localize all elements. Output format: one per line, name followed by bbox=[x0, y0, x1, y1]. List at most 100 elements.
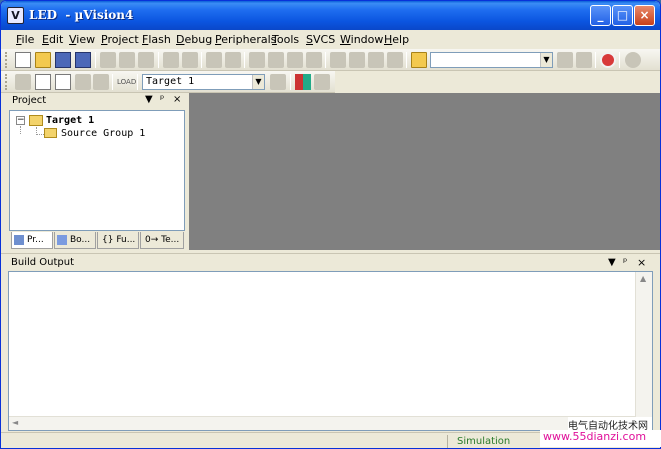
debug-session-icon[interactable] bbox=[600, 52, 616, 68]
folder-icon bbox=[44, 128, 57, 138]
scroll-up-icon[interactable]: ▲ bbox=[640, 274, 646, 283]
bookmark-next-icon[interactable] bbox=[287, 52, 303, 68]
bookmark-clear-icon[interactable] bbox=[306, 52, 322, 68]
toolbar-separator bbox=[619, 52, 620, 68]
menu-tools[interactable]: Tools bbox=[272, 33, 299, 46]
menu-view[interactable]: View bbox=[69, 33, 95, 46]
bookmark-toggle-icon[interactable] bbox=[249, 52, 265, 68]
target-options-icon[interactable] bbox=[270, 74, 286, 90]
nav-forward-icon[interactable] bbox=[225, 52, 241, 68]
indent-icon[interactable] bbox=[330, 52, 346, 68]
target-icon bbox=[29, 115, 43, 126]
tab-templates[interactable]: 0→ Te... bbox=[140, 232, 184, 249]
chevron-down-icon[interactable]: ▼ bbox=[540, 53, 552, 67]
uncomment-icon[interactable] bbox=[387, 52, 403, 68]
find-icon[interactable] bbox=[557, 52, 573, 68]
close-icon[interactable]: × bbox=[173, 94, 181, 105]
menu-edit-rest: dit bbox=[48, 33, 64, 46]
toolbar-separator bbox=[201, 52, 202, 68]
maximize-button[interactable]: □ bbox=[612, 5, 633, 26]
chevron-down-icon[interactable]: ▼ bbox=[252, 75, 264, 89]
tree-connector bbox=[36, 134, 44, 135]
close-button[interactable]: × bbox=[634, 5, 655, 26]
incremental-find-icon[interactable] bbox=[576, 52, 592, 68]
menu-window-rest: indow bbox=[350, 33, 384, 46]
nav-back-icon[interactable] bbox=[206, 52, 222, 68]
uvision-window: V LED - µVision4 _ □ × File Edit View Pr… bbox=[0, 0, 661, 449]
tab-functions[interactable]: {} Fu... bbox=[97, 232, 139, 249]
manage-components-icon[interactable] bbox=[295, 74, 311, 90]
find-combo[interactable]: ▼ bbox=[430, 52, 553, 68]
project-panel-tabs: Pr... Bo... {} Fu... 0→ Te... bbox=[9, 231, 185, 250]
translate-icon[interactable] bbox=[15, 74, 31, 90]
toolbar-separator bbox=[137, 74, 138, 90]
menu-svcs[interactable]: SVCS bbox=[306, 33, 335, 46]
uvision-app-icon[interactable]: V bbox=[7, 7, 24, 24]
build-icon[interactable] bbox=[35, 74, 51, 90]
project-tab-icon bbox=[14, 235, 24, 245]
bookmark-prev-icon[interactable] bbox=[268, 52, 284, 68]
chevron-down-icon[interactable]: ▼ bbox=[608, 257, 616, 268]
menu-view-rest: iew bbox=[76, 33, 96, 46]
chevron-down-icon[interactable]: ▼ bbox=[145, 94, 153, 105]
menu-window[interactable]: Window bbox=[340, 33, 383, 46]
pin-icon[interactable]: ᵖ bbox=[623, 257, 627, 268]
undo-icon[interactable] bbox=[163, 52, 179, 68]
vertical-scrollbar[interactable]: ▲ bbox=[635, 272, 652, 417]
stop-build-icon[interactable] bbox=[93, 74, 109, 90]
title-bar[interactable]: V LED - µVision4 _ □ × bbox=[1, 1, 660, 30]
menu-flash[interactable]: Flash bbox=[142, 33, 171, 46]
tree-item-target-label: Target 1 bbox=[46, 115, 95, 126]
pin-icon[interactable]: ᵖ bbox=[160, 94, 164, 105]
comment-icon[interactable] bbox=[368, 52, 384, 68]
menu-flash-rest: lash bbox=[148, 33, 171, 46]
toolbar-grip[interactable] bbox=[5, 74, 8, 90]
breakpoint-icon[interactable] bbox=[625, 52, 641, 68]
tab-project[interactable]: Pr... bbox=[11, 232, 53, 249]
tree-item-source-group-label: Source Group 1 bbox=[61, 128, 146, 139]
menu-file[interactable]: File bbox=[16, 33, 34, 46]
toolbar-separator bbox=[158, 52, 159, 68]
project-panel-title: Project bbox=[12, 95, 47, 106]
toolbar-separator bbox=[95, 52, 96, 68]
save-icon[interactable] bbox=[55, 52, 71, 68]
menu-debug[interactable]: Debug bbox=[176, 33, 212, 46]
tree-item-target[interactable]: Target 1 bbox=[46, 115, 94, 126]
project-tree: − Target 1 Source Group 1 bbox=[9, 110, 185, 231]
close-icon[interactable]: × bbox=[637, 256, 646, 269]
editor-area[interactable] bbox=[189, 93, 660, 250]
toolbar-separator bbox=[290, 74, 291, 90]
scroll-left-icon[interactable]: ◄ bbox=[12, 418, 18, 427]
menu-bar: File Edit View Project Flash Debug Perip… bbox=[1, 30, 660, 49]
copy-icon[interactable] bbox=[119, 52, 135, 68]
books-tab-icon bbox=[57, 235, 67, 245]
horizontal-scrollbar[interactable]: ◄ bbox=[9, 416, 636, 430]
target-select[interactable]: Target 1 ▼ bbox=[142, 74, 265, 90]
menu-project[interactable]: Project bbox=[101, 33, 139, 46]
batch-build-icon[interactable] bbox=[75, 74, 91, 90]
cut-icon[interactable] bbox=[100, 52, 116, 68]
tab-templates-label: 0→ Te... bbox=[145, 235, 180, 245]
save-all-icon[interactable] bbox=[75, 52, 91, 68]
paste-icon[interactable] bbox=[138, 52, 154, 68]
unindent-icon[interactable] bbox=[349, 52, 365, 68]
collapse-icon[interactable]: − bbox=[16, 116, 25, 125]
books-icon[interactable] bbox=[314, 74, 330, 90]
menu-peripherals[interactable]: Peripherals bbox=[215, 33, 276, 46]
redo-icon[interactable] bbox=[182, 52, 198, 68]
menu-edit[interactable]: Edit bbox=[42, 33, 63, 46]
status-divider bbox=[447, 435, 448, 448]
project-panel-header: Project ▼ ᵖ × bbox=[9, 93, 185, 109]
build-output-text[interactable]: ▲ ◄ bbox=[8, 271, 653, 431]
open-folder-icon[interactable] bbox=[35, 52, 51, 68]
download-load-icon[interactable]: LOAD bbox=[117, 74, 136, 90]
tree-item-source-group[interactable]: Source Group 1 bbox=[61, 128, 145, 139]
minimize-button[interactable]: _ bbox=[590, 5, 611, 26]
menu-help[interactable]: Help bbox=[384, 33, 409, 46]
tab-books[interactable]: Bo... bbox=[54, 232, 96, 249]
rebuild-icon[interactable] bbox=[55, 74, 71, 90]
find-in-files-icon[interactable] bbox=[411, 52, 427, 68]
menu-peripherals-rest: eripherals bbox=[221, 33, 277, 46]
toolbar-grip[interactable] bbox=[5, 52, 8, 68]
new-file-icon[interactable] bbox=[15, 52, 31, 68]
